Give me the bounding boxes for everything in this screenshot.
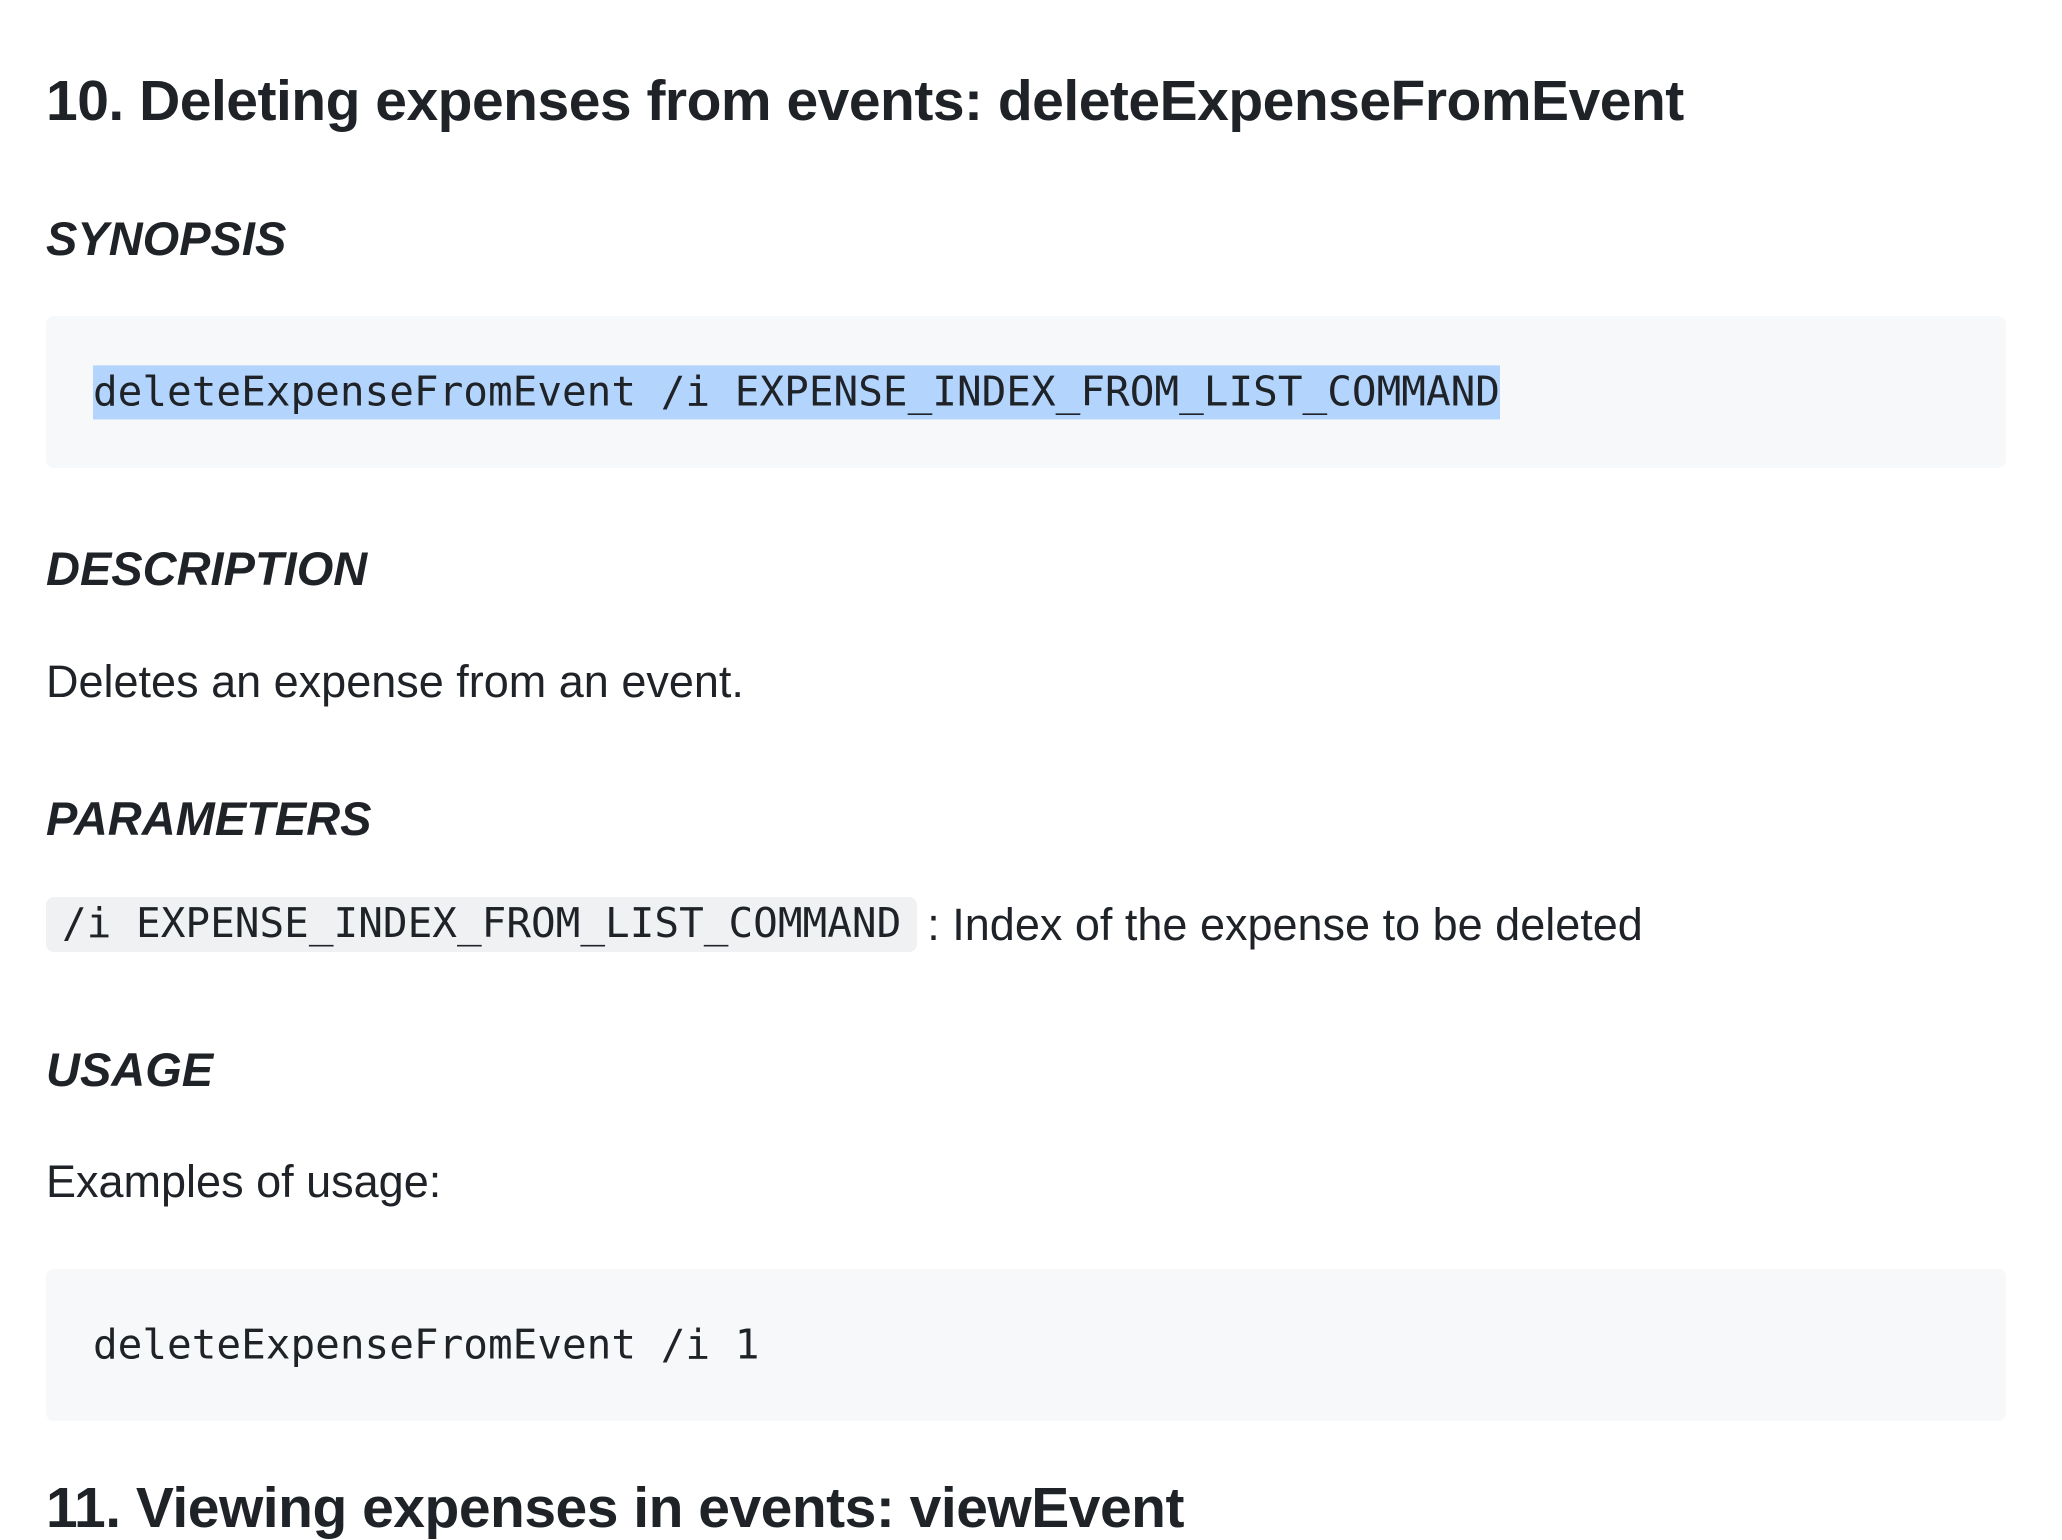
usage-intro: Examples of usage: xyxy=(46,1156,442,1207)
parameter-description: : Index of the expense to be deleted xyxy=(927,899,1643,950)
synopsis-heading: SYNOPSIS xyxy=(46,212,287,265)
usage-code-block[interactable]: deleteExpenseFromEvent /i 1 xyxy=(46,1269,2006,1421)
parameter-row: /i EXPENSE_INDEX_FROM_LIST_COMMAND: Inde… xyxy=(46,897,1643,952)
description-heading: DESCRIPTION xyxy=(46,542,368,595)
parameters-heading: PARAMETERS xyxy=(46,792,372,845)
usage-heading: USAGE xyxy=(46,1043,214,1096)
parameter-code[interactable]: /i EXPENSE_INDEX_FROM_LIST_COMMAND xyxy=(46,897,918,952)
description-text: Deletes an expense from an event. xyxy=(46,656,744,707)
selected-text[interactable]: deleteExpenseFromEvent /i EXPENSE_INDEX_… xyxy=(93,365,1500,420)
synopsis-code[interactable]: deleteExpenseFromEvent /i EXPENSE_INDEX_… xyxy=(93,365,1500,420)
usage-code[interactable]: deleteExpenseFromEvent /i 1 xyxy=(93,1320,759,1369)
section-10-heading: 10. Deleting expenses from events: delet… xyxy=(46,69,1684,133)
section-11-heading: 11. Viewing expenses in events: viewEven… xyxy=(46,1476,1184,1540)
synopsis-code-block[interactable]: deleteExpenseFromEvent /i EXPENSE_INDEX_… xyxy=(46,316,2006,468)
